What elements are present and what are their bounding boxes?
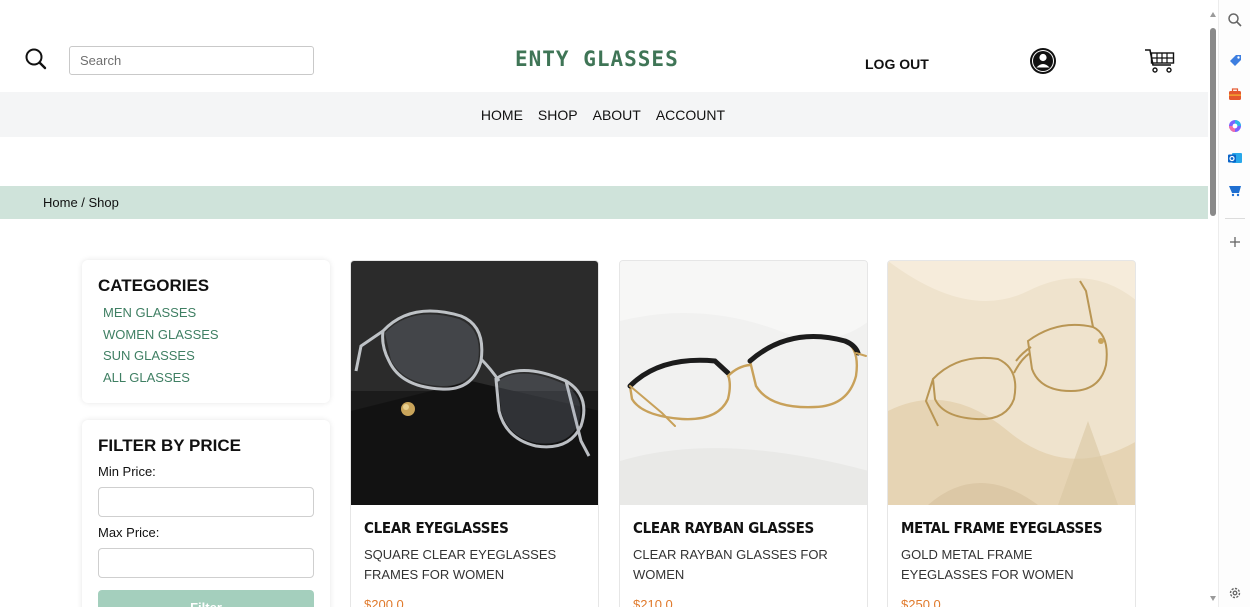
product-image[interactable] xyxy=(620,261,868,505)
product-description: SQUARE CLEAR EYEGLASSES FRAMES FOR WOMEN xyxy=(364,547,557,582)
product-description: CLEAR RAYBAN GLASSES FOR WOMEN xyxy=(633,547,828,582)
nav-account[interactable]: ACCOUNT xyxy=(656,107,725,123)
max-price-label: Max Price: xyxy=(98,525,160,540)
main-nav: HOME SHOP ABOUT ACCOUNT xyxy=(0,92,1208,137)
search-icon[interactable] xyxy=(25,48,47,70)
product-image[interactable] xyxy=(888,261,1136,505)
category-sun-glasses[interactable]: SUN GLASSES xyxy=(103,345,314,367)
product-name[interactable]: CLEAR RAYBAN GLASSES xyxy=(633,519,867,537)
scroll-down-arrow-icon[interactable] xyxy=(1210,596,1216,601)
nav-shop[interactable]: SHOP xyxy=(538,107,578,123)
product-name[interactable]: METAL FRAME EYEGLASSES xyxy=(901,519,1135,537)
shopping-icon[interactable] xyxy=(1227,182,1243,198)
filter-button[interactable]: Filter xyxy=(98,590,314,607)
breadcrumb: Home / Shop xyxy=(0,186,1208,219)
tag-icon[interactable] xyxy=(1227,52,1243,68)
categories-title: CATEGORIES xyxy=(98,276,210,295)
user-icon[interactable] xyxy=(1029,47,1057,75)
search-input[interactable] xyxy=(69,46,314,75)
scrollbar-thumb[interactable] xyxy=(1210,28,1216,216)
product-description: GOLD METAL FRAME EYEGLASSES FOR WOMEN xyxy=(901,547,1074,582)
cart-icon[interactable] xyxy=(1144,47,1176,75)
product-name[interactable]: CLEAR EYEGLASSES xyxy=(364,519,598,537)
plus-icon[interactable] xyxy=(1227,234,1243,250)
price-filter-card: FILTER BY PRICE Min Price: Max Price: Fi… xyxy=(82,420,330,607)
outlook-icon[interactable] xyxy=(1227,150,1243,166)
logout-link[interactable]: LOG OUT xyxy=(865,56,929,72)
page-viewport: ENTY GLASSES LOG OUT HOME SHOP ABOUT ACC… xyxy=(0,0,1208,607)
max-price-input[interactable] xyxy=(98,548,314,578)
nav-about[interactable]: ABOUT xyxy=(593,107,641,123)
product-card[interactable]: CLEAR EYEGLASSES SQUARE CLEAR EYEGLASSES… xyxy=(350,260,599,607)
product-card[interactable]: METAL FRAME EYEGLASSES GOLD METAL FRAME … xyxy=(887,260,1136,607)
product-image[interactable] xyxy=(351,261,599,505)
product-card[interactable]: CLEAR RAYBAN GLASSES CLEAR RAYBAN GLASSE… xyxy=(619,260,868,607)
categories-card: CATEGORIES MEN GLASSES WOMEN GLASSES SUN… xyxy=(82,260,330,403)
search-icon[interactable] xyxy=(1227,12,1243,28)
briefcase-icon[interactable] xyxy=(1227,86,1243,102)
nav-home[interactable]: HOME xyxy=(481,107,523,123)
product-price: $210.0 xyxy=(633,597,673,607)
filter-title: FILTER BY PRICE xyxy=(98,436,241,455)
min-price-input[interactable] xyxy=(98,487,314,517)
browser-sidebar xyxy=(1218,0,1250,607)
scroll-up-arrow-icon[interactable] xyxy=(1210,12,1216,17)
category-all-glasses[interactable]: ALL GLASSES xyxy=(103,367,314,389)
category-men-glasses[interactable]: MEN GLASSES xyxy=(103,302,314,324)
settings-icon[interactable] xyxy=(1227,585,1243,601)
category-list: MEN GLASSES WOMEN GLASSES SUN GLASSES AL… xyxy=(98,302,314,388)
min-price-label: Min Price: xyxy=(98,464,156,479)
product-price: $200.0 xyxy=(364,597,404,607)
copilot-icon[interactable] xyxy=(1227,118,1243,134)
page-scrollbar[interactable] xyxy=(1208,0,1218,607)
product-price: $250.0 xyxy=(901,597,941,607)
category-women-glasses[interactable]: WOMEN GLASSES xyxy=(103,324,314,346)
brand-logo[interactable]: ENTY GLASSES xyxy=(515,47,679,71)
sidebar-divider xyxy=(1225,218,1245,219)
